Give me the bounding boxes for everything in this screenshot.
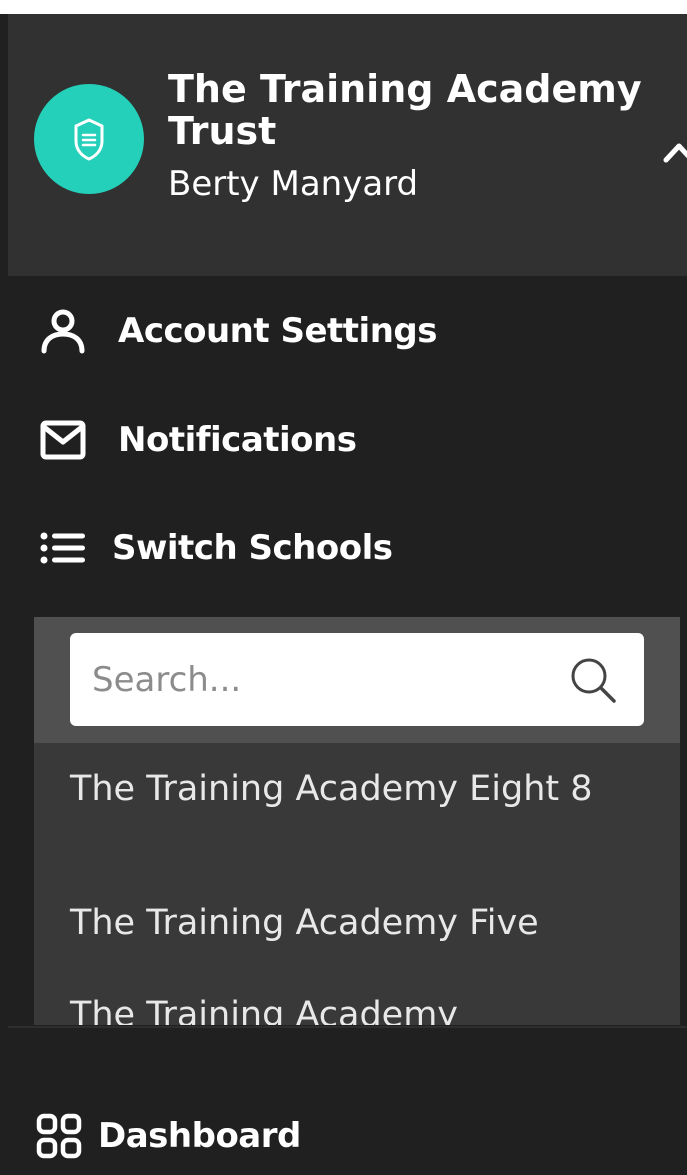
search-icon[interactable] xyxy=(568,655,618,705)
search-input[interactable] xyxy=(70,633,550,726)
notifications-label: Notifications xyxy=(118,420,357,460)
dashboard-item[interactable]: Dashboard xyxy=(36,1106,301,1166)
user-icon xyxy=(40,306,90,356)
school-list-item[interactable]: The Training Academy Five xyxy=(70,901,660,945)
user-name: Berty Manyard xyxy=(168,164,419,204)
account-settings-label: Account Settings xyxy=(118,311,437,351)
search-box xyxy=(70,633,644,726)
envelope-icon xyxy=(40,415,90,465)
sidebar: The Training Academy Trust Berty Manyard… xyxy=(0,0,687,1175)
school-list-item[interactable]: The Training Academy Eight 8 xyxy=(70,767,660,811)
grid-icon xyxy=(36,1113,82,1159)
org-name: The Training Academy Trust xyxy=(168,67,642,153)
switch-schools-item[interactable]: Switch Schools xyxy=(40,518,393,578)
shield-icon xyxy=(74,118,104,161)
chevron-up-icon[interactable] xyxy=(663,141,687,163)
account-header[interactable]: The Training Academy Trust Berty Manyard xyxy=(8,14,687,276)
divider xyxy=(8,1026,687,1028)
school-list-item[interactable]: The Training Academy xyxy=(70,993,660,1025)
org-avatar xyxy=(34,84,144,194)
notifications-item[interactable]: Notifications xyxy=(40,410,357,470)
dashboard-label: Dashboard xyxy=(98,1116,301,1156)
switch-schools-dropdown: The Training Academy Eight 8 The Trainin… xyxy=(34,617,680,1025)
top-strip xyxy=(0,0,687,14)
list-icon xyxy=(40,523,90,573)
account-settings-item[interactable]: Account Settings xyxy=(40,301,437,361)
dropdown-search-area xyxy=(34,617,680,743)
switch-schools-label: Switch Schools xyxy=(112,528,393,568)
